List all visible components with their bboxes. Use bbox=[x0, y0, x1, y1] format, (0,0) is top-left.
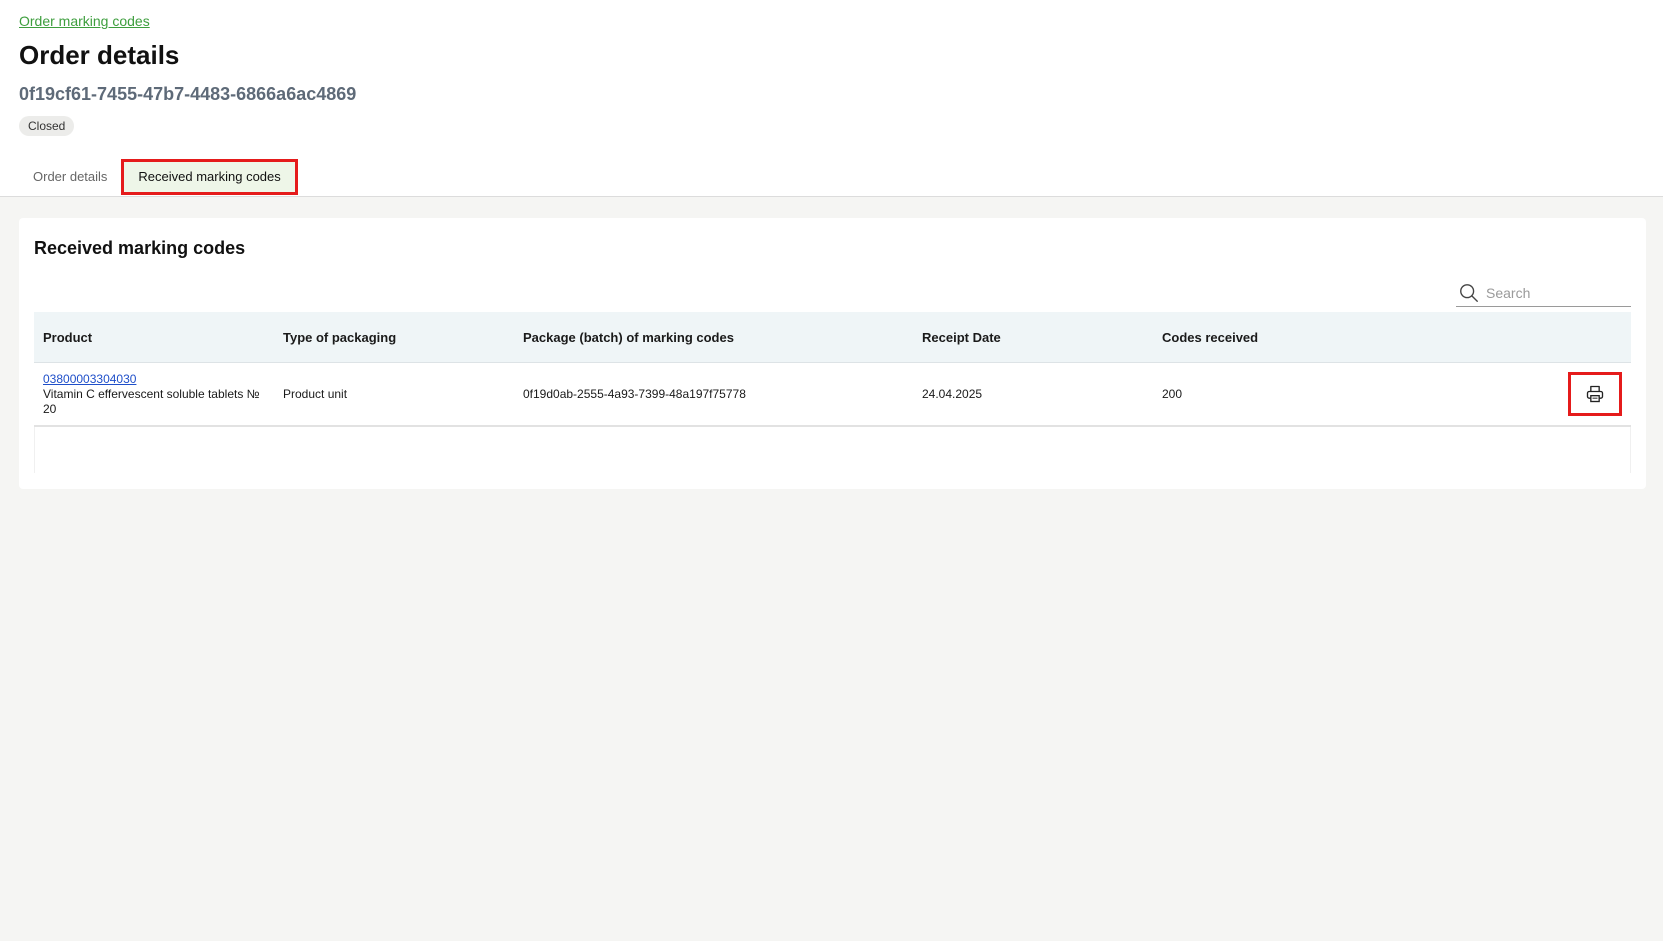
search-icon[interactable] bbox=[1458, 282, 1480, 304]
cell-actions bbox=[1393, 372, 1631, 416]
page-header: Order marking codes Order details 0f19cf… bbox=[0, 0, 1663, 197]
table-header: Product Type of packaging Package (batch… bbox=[34, 312, 1631, 363]
status-badge: Closed bbox=[19, 116, 75, 136]
cell-receipt-date: 24.04.2025 bbox=[922, 387, 983, 401]
codes-table: Product Type of packaging Package (batch… bbox=[34, 312, 1631, 473]
table-row: 03800003304030 Vitamin C effervescent so… bbox=[34, 363, 1631, 427]
cell-package: 0f19d0ab-2555-4a93-7399-48a197f75778 bbox=[523, 387, 746, 401]
tab-bar: Order details Received marking codes bbox=[19, 158, 298, 196]
printer-icon bbox=[1586, 385, 1604, 403]
tab-received-marking-codes[interactable]: Received marking codes bbox=[121, 159, 298, 195]
received-codes-card: Received marking codes Product Type of p… bbox=[19, 218, 1646, 489]
breadcrumb-order-marking-codes[interactable]: Order marking codes bbox=[19, 13, 150, 29]
column-header-receipt-date: Receipt Date bbox=[922, 329, 1001, 345]
cell-packaging: Product unit bbox=[283, 387, 348, 401]
tab-order-details[interactable]: Order details bbox=[19, 159, 121, 195]
search-input[interactable] bbox=[1484, 284, 1628, 302]
column-header-packaging: Type of packaging bbox=[283, 329, 397, 345]
cell-codes-received: 200 bbox=[1162, 387, 1183, 401]
order-id: 0f19cf61-7455-47b7-4483-6866a6ac4869 bbox=[19, 84, 357, 104]
column-header-product: Product bbox=[43, 329, 93, 345]
card-title: Received marking codes bbox=[34, 238, 246, 258]
column-header-package: Package (batch) of marking codes bbox=[523, 329, 734, 345]
product-code-link[interactable]: 03800003304030 bbox=[43, 372, 274, 386]
cell-product: 03800003304030 Vitamin C effervescent so… bbox=[34, 372, 274, 417]
table-empty-area bbox=[34, 427, 1631, 473]
print-button[interactable] bbox=[1568, 372, 1622, 416]
product-name: Vitamin C effervescent soluble tablets №… bbox=[43, 386, 260, 416]
search-box bbox=[1456, 280, 1631, 307]
page-title: Order details bbox=[19, 40, 180, 70]
column-header-codes-received: Codes received bbox=[1162, 329, 1259, 345]
